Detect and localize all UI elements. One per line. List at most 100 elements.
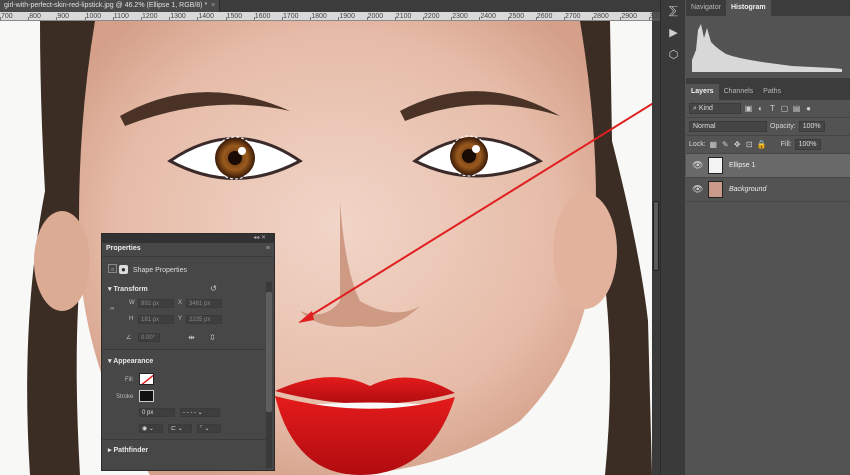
flip-vertical-icon[interactable]: ⇳ [208, 333, 217, 342]
lock-transparent-icon[interactable]: ▦ [709, 140, 718, 149]
tab-layers[interactable]: Layers [686, 84, 719, 100]
lock-paint-icon[interactable]: ✎ [721, 140, 730, 149]
angle-field[interactable]: 0.00° [138, 333, 160, 342]
collapse-close-icon[interactable]: ◂◂ ✕ [253, 234, 266, 241]
fill-swatch[interactable] [139, 373, 154, 385]
layer-row[interactable]: 👁 Ellipse 1 [686, 154, 850, 178]
stroke-caps-select[interactable]: ⊏ ⌄ [168, 424, 192, 433]
play-icon[interactable]: ▶ [661, 22, 686, 44]
canvas-scrollbar[interactable] [652, 21, 660, 475]
ruler-tick-mark [197, 17, 199, 20]
right-panels: Navigator Histogram Layers Channels Paths ⌕… [686, 0, 850, 475]
h-label: H [129, 316, 134, 322]
layer-name[interactable]: Background [729, 186, 766, 193]
transform-mode-icon[interactable]: ▫ [108, 264, 117, 274]
tab-navigator[interactable]: Navigator [686, 0, 726, 16]
shape-filter-icon[interactable]: ▢ [780, 104, 789, 113]
reset-icon[interactable]: ↺ [209, 284, 218, 293]
width-field[interactable]: 992 px [138, 299, 174, 308]
layer-name[interactable]: Ellipse 1 [729, 162, 755, 169]
tab-channels[interactable]: Channels [719, 84, 759, 100]
document-tab[interactable]: girl-with-perfect-skin-red-lipstick.jpg … [0, 0, 221, 12]
ruler-tick-label: 2300 [452, 13, 468, 20]
photo-woman-face [0, 21, 652, 475]
stroke-width-field[interactable]: 0 px [139, 408, 175, 417]
transform-section[interactable]: ▾ Transform [104, 285, 148, 293]
navigator-histogram-tabs: Navigator Histogram [686, 0, 850, 16]
cube-icon[interactable]: ⬡ [661, 44, 686, 66]
ruler-tick-mark [141, 17, 142, 20]
link-icon[interactable]: ∞ [110, 306, 114, 312]
stroke-label: Stroke [116, 394, 134, 400]
ruler-tick-mark [282, 17, 283, 20]
panel-menu-icon[interactable]: ≡ [266, 245, 270, 252]
ruler-tick-label: 1400 [198, 13, 214, 20]
mask-mode-icon[interactable]: ● [118, 265, 128, 274]
visibility-eye-icon[interactable]: 👁 [692, 184, 703, 195]
filter-kind-label: Kind [698, 105, 713, 112]
type-filter-icon[interactable]: T [768, 104, 777, 113]
image-filter-icon[interactable]: ▣ [744, 104, 753, 113]
ruler-tick-label: 1200 [142, 13, 158, 20]
smart-object-filter-icon[interactable]: ▤ [792, 104, 801, 113]
fill-input[interactable]: 100% [794, 139, 821, 150]
lock-move-icon[interactable]: ✥ [733, 140, 742, 149]
stroke-swatch[interactable] [139, 390, 154, 402]
adjustment-filter-icon[interactable]: ◐ [756, 104, 765, 113]
ruler-tick-mark [592, 17, 594, 20]
layer-row[interactable]: 👁 Background [686, 178, 850, 202]
ruler-tick-mark [507, 17, 509, 20]
ruler-tick-label: 1500 [226, 13, 243, 20]
ruler-tick-mark [0, 17, 1, 20]
properties-titlebar[interactable]: ◂◂ ✕ [102, 234, 274, 243]
flip-horizontal-icon[interactable]: ⇹ [187, 333, 196, 342]
appearance-section[interactable]: ▾ Appearance [104, 357, 153, 365]
properties-scrollbar-thumb[interactable] [266, 292, 272, 412]
properties-panel: ◂◂ ✕ Properties ≡ ▫ ● Shape Properties ▾ … [101, 233, 275, 471]
lock-all-icon[interactable]: 🔒 [757, 140, 767, 149]
opacity-input[interactable]: 100% [798, 121, 825, 132]
ruler-tick-label: 1700 [283, 13, 299, 20]
ruler-tick-mark [423, 17, 424, 20]
filter-toggle-icon[interactable]: ● [804, 104, 813, 113]
x-field[interactable]: 3461 px [186, 299, 222, 308]
layer-filter-row: ⌕ Kind ▣ ◐ T ▢ ▤ ● [686, 100, 850, 118]
tab-histogram[interactable]: Histogram [725, 0, 771, 16]
appearance-label: Appearance [113, 358, 154, 365]
ruler-tick-label: 2400 [480, 13, 496, 20]
visibility-eye-icon[interactable]: 👁 [692, 160, 703, 171]
ruler-tick-mark [253, 17, 255, 20]
close-tab-icon[interactable]: × [211, 2, 215, 9]
opacity-label: Opacity: [770, 123, 796, 130]
ruler-tick-mark [112, 17, 114, 20]
pathfinder-section[interactable]: ▸ Pathfinder [104, 446, 148, 454]
properties-title: Properties [106, 245, 141, 252]
stroke-align-select[interactable]: ◉ ⌄ [139, 424, 163, 433]
layers-tabs: Layers Channels Paths [686, 84, 850, 100]
stroke-corners-select[interactable]: ⌜ ⌄ [197, 424, 221, 433]
stroke-style-select[interactable]: - - - - ⌄ [180, 408, 220, 417]
horizontal-ruler[interactable]: 700 800 900 1000 1100 1200 1300 1400 1500 1600 170… [0, 12, 750, 21]
blend-mode-select[interactable]: Normal [689, 121, 767, 132]
ruler-tick-mark [564, 17, 565, 20]
history-brush-icon[interactable]: ⅀ [661, 0, 686, 22]
divider [102, 439, 266, 440]
ruler-tick-label: 1600 [254, 13, 271, 20]
filter-kind-select[interactable]: ⌕ Kind [689, 103, 741, 114]
lock-fill-row: Lock: ▦ ✎ ✥ ⊡ 🔒 Fill: 100% [686, 136, 850, 154]
lock-artboard-icon[interactable]: ⊡ [745, 140, 754, 149]
height-field[interactable]: 181 px [138, 315, 174, 324]
lock-label: Lock: [689, 141, 706, 148]
ruler-tick-mark [338, 17, 340, 20]
shape-properties-row: ▫ ● Shape Properties [108, 264, 187, 274]
ruler-tick-mark [28, 17, 30, 20]
scrollbar-thumb[interactable] [653, 201, 659, 271]
divider [102, 349, 266, 350]
tab-paths[interactable]: Paths [758, 84, 786, 100]
image-canvas[interactable] [0, 21, 652, 475]
y-field[interactable]: 2235 px [186, 315, 222, 324]
properties-scrollbar[interactable] [266, 282, 272, 468]
y-label: Y [178, 316, 183, 322]
ruler-tick-mark [535, 17, 537, 20]
ruler-tick-label: 1300 [170, 13, 186, 20]
